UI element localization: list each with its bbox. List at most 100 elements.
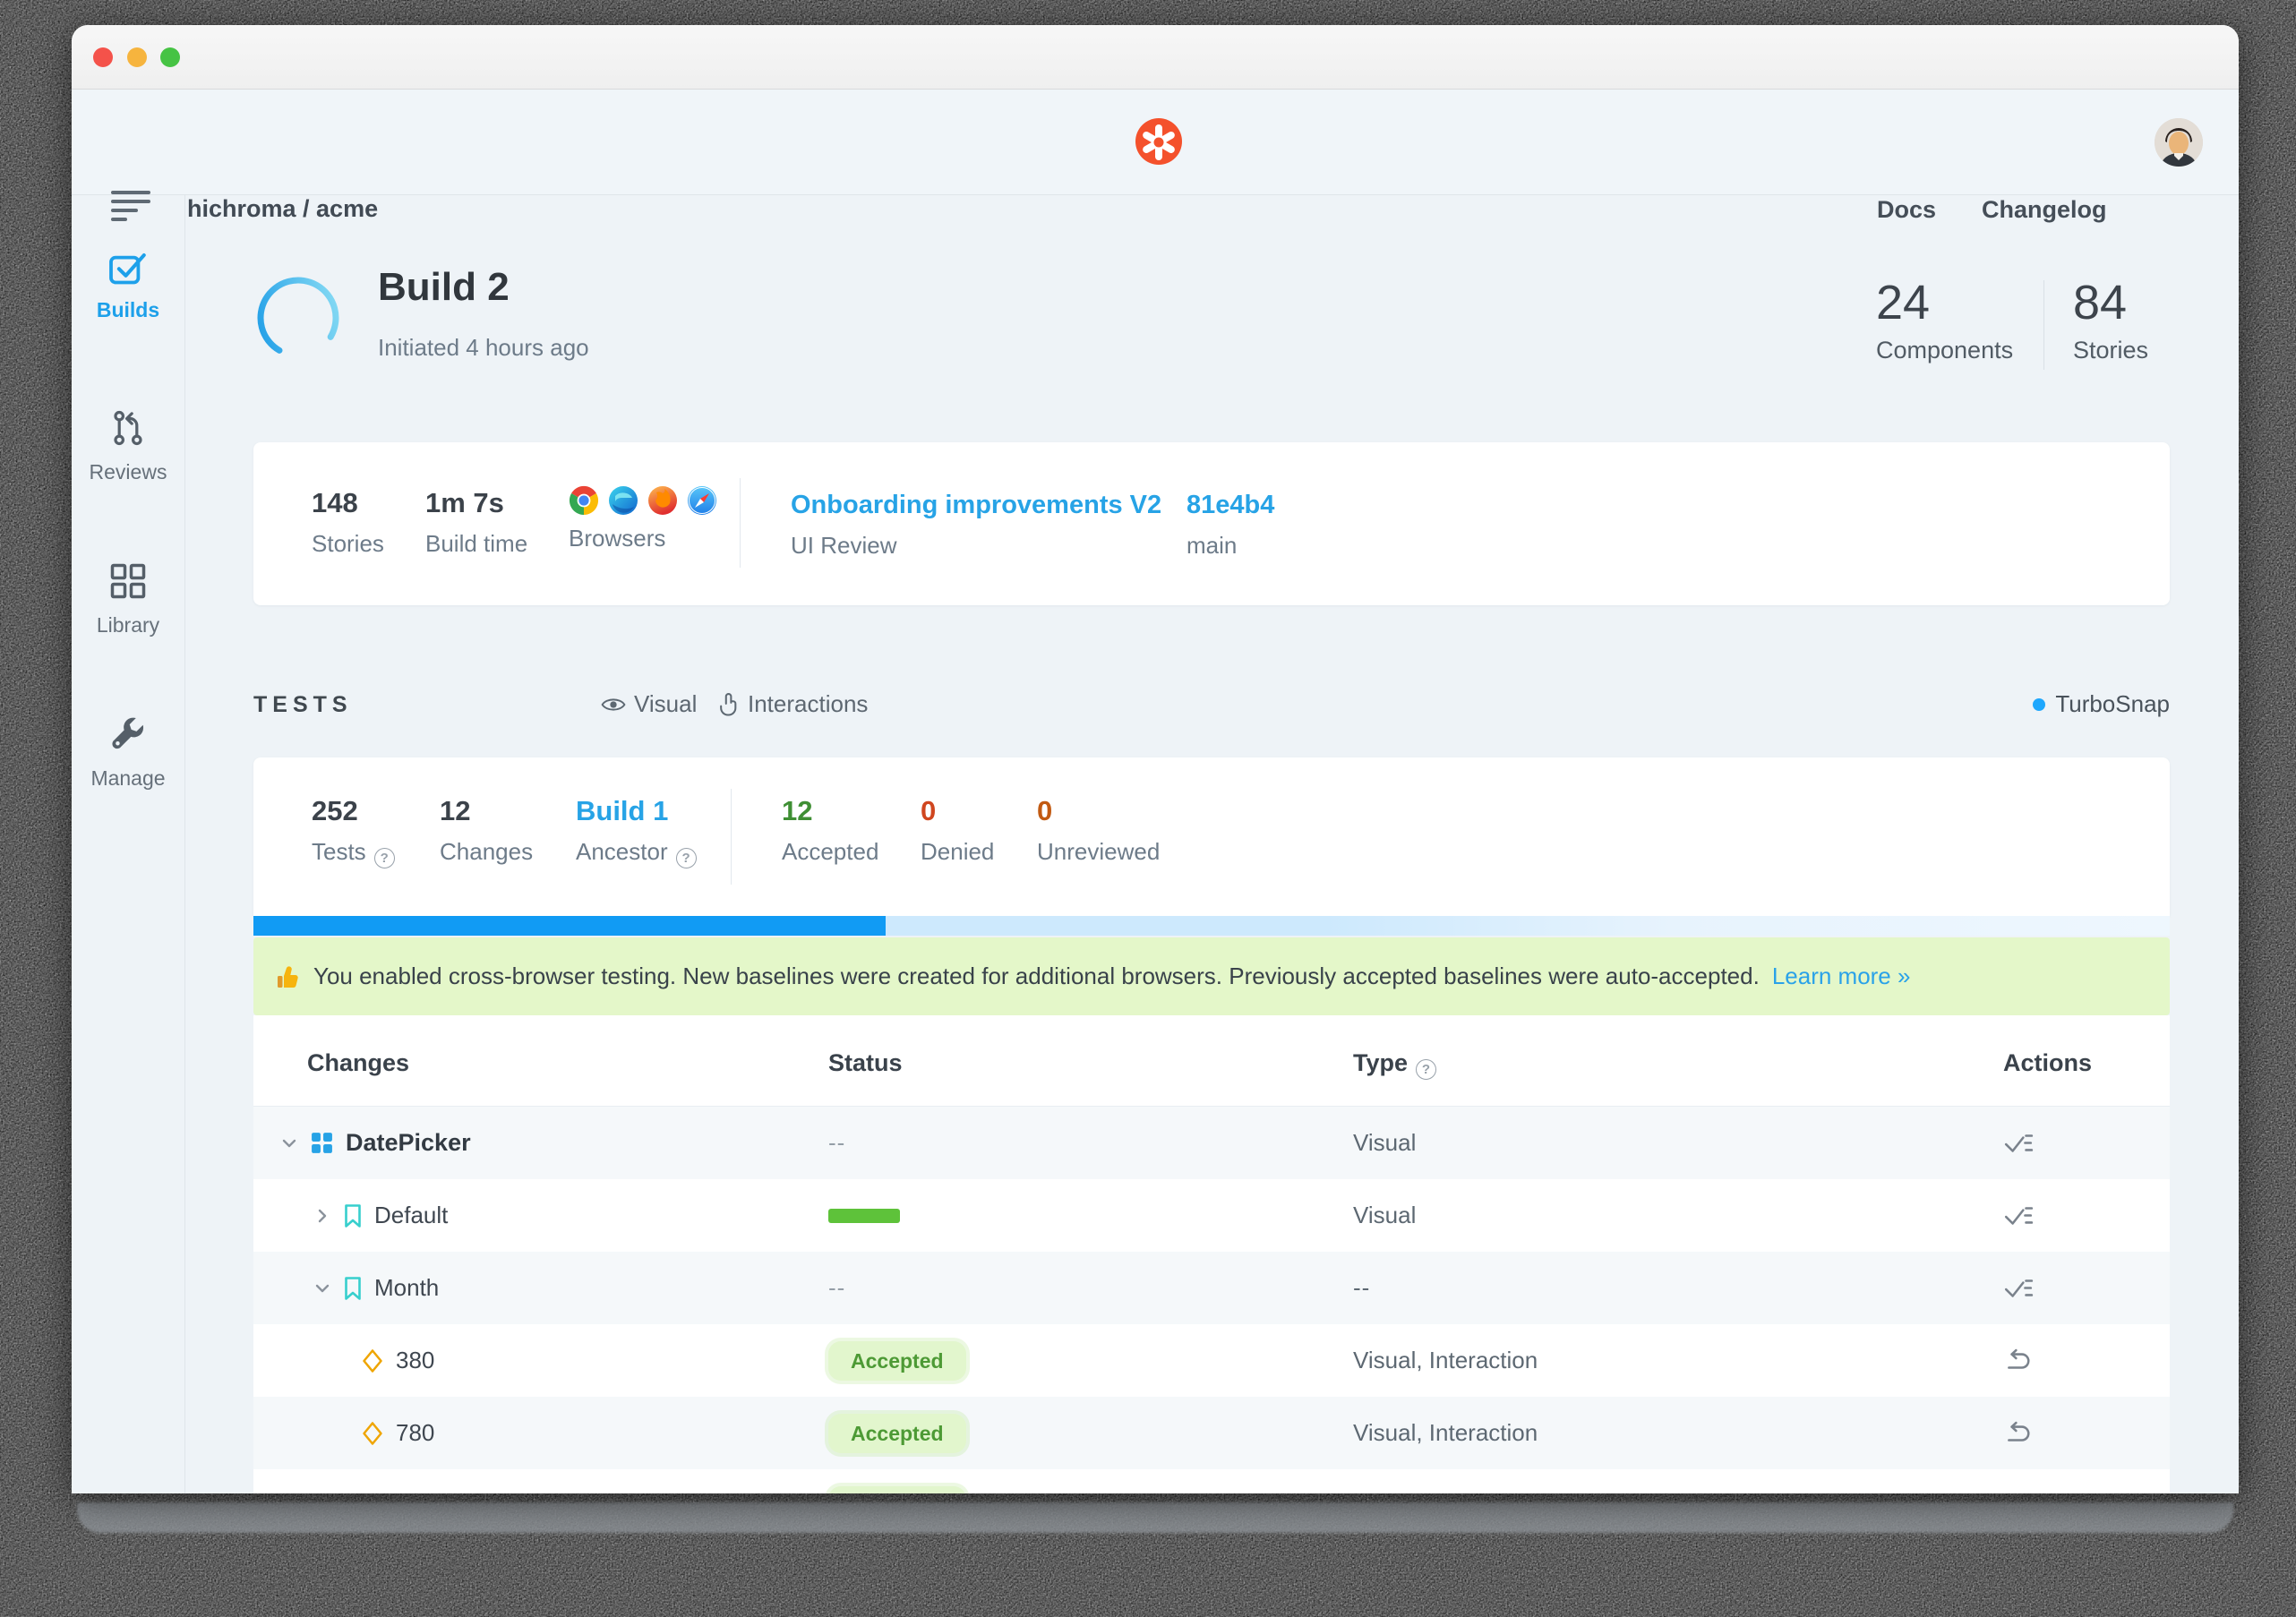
- ancestor-help-icon[interactable]: ?: [676, 848, 697, 868]
- bigstat-divider: [2043, 280, 2044, 370]
- snapshot-diamond-icon: [361, 1348, 384, 1373]
- tests-title: TESTS: [253, 692, 353, 718]
- branch-link[interactable]: Onboarding improvements V2: [791, 489, 1161, 521]
- type-value: Visual: [1353, 1202, 1416, 1229]
- stats-divider: [731, 789, 732, 885]
- commit-branch-label: main: [1187, 532, 1274, 560]
- col-type: Type?: [1353, 1049, 1436, 1080]
- table-row-780[interactable]: 780 Accepted Visual, Interaction: [253, 1397, 2170, 1469]
- story-bookmark-icon: [343, 1203, 363, 1228]
- tests-section-header: TESTS Visual Interactions TurboSnap: [253, 688, 2170, 723]
- build-initiated: Initiated 4 hours ago: [378, 334, 589, 362]
- table-row-datepicker[interactable]: DatePicker -- Visual: [253, 1107, 2170, 1179]
- accept-all-button[interactable]: [2003, 1107, 2034, 1179]
- table-row-default[interactable]: Default Visual: [253, 1179, 2170, 1252]
- row-name[interactable]: 1280: [396, 1492, 448, 1493]
- library-grid-icon: [109, 562, 147, 600]
- branch-label: UI Review: [791, 532, 1161, 560]
- changes-value: 12: [440, 795, 533, 827]
- sidebar-label-manage: Manage: [72, 766, 184, 791]
- ancestor-label: Ancestor?: [576, 838, 697, 868]
- sidebar-item-reviews[interactable]: Reviews: [72, 409, 184, 484]
- unreviewed-value: 0: [1037, 795, 1160, 827]
- build-time-label: Build time: [425, 530, 527, 558]
- brand-logo-icon[interactable]: [1135, 118, 1182, 165]
- builds-checkbox-icon: [108, 251, 148, 285]
- hand-pointer-icon: [718, 692, 740, 717]
- status-accepted-badge: Accepted: [828, 1414, 966, 1453]
- build-title: Build 2: [378, 265, 510, 310]
- project-breadcrumb[interactable]: hichroma / acme: [187, 195, 378, 223]
- eye-icon: [601, 696, 626, 714]
- story-bookmark-icon: [343, 1276, 363, 1301]
- nav-docs-link[interactable]: Docs: [1877, 196, 1936, 224]
- row-name[interactable]: DatePicker: [346, 1129, 471, 1157]
- stat-tests: 252 Tests?: [312, 795, 395, 868]
- app-header: hichroma / acme Docs Changelog: [72, 90, 2239, 195]
- tests-help-icon[interactable]: ?: [374, 848, 395, 868]
- ancestor-build-link[interactable]: Build 1: [576, 795, 697, 827]
- accept-all-button[interactable]: [2003, 1252, 2034, 1324]
- table-row-month[interactable]: Month -- --: [253, 1252, 2170, 1324]
- window-titlebar[interactable]: [72, 25, 2239, 90]
- stat-changes: 12 Changes: [440, 795, 533, 866]
- changes-table: Changes Status Type? Actions DatePicker: [253, 1015, 2170, 1493]
- summary-commit: 81e4b4 main: [1187, 489, 1274, 560]
- accept-all-icon: [2003, 1130, 2034, 1157]
- turbosnap-label: TurboSnap: [2055, 690, 2170, 718]
- close-button[interactable]: [93, 47, 113, 67]
- unaccept-button[interactable]: [2003, 1469, 2032, 1493]
- sidebar-item-manage[interactable]: Manage: [72, 715, 184, 791]
- row-name[interactable]: Default: [374, 1202, 448, 1229]
- table-header: Changes Status Type? Actions: [253, 1015, 2170, 1107]
- filter-visual[interactable]: Visual: [601, 690, 697, 718]
- snapshot-diamond-icon: [361, 1493, 384, 1494]
- chevron-down-icon[interactable]: [313, 1279, 331, 1297]
- sidebar-item-builds[interactable]: Builds: [72, 251, 184, 322]
- status-dashes: --: [828, 1129, 845, 1157]
- turbosnap-indicator[interactable]: TurboSnap: [2033, 690, 2170, 718]
- cross-browser-banner: You enabled cross-browser testing. New b…: [253, 937, 2170, 1015]
- minimize-button[interactable]: [127, 47, 147, 67]
- table-row-1280[interactable]: 1280 Accepted Visual, Interaction: [253, 1469, 2170, 1493]
- banner-learn-more-link[interactable]: Learn more »: [1772, 962, 1911, 990]
- accept-all-button[interactable]: [2003, 1179, 2034, 1252]
- type-value: --: [1353, 1274, 1370, 1302]
- component-grid-icon: [310, 1131, 334, 1155]
- type-value: Visual: [1353, 1129, 1416, 1157]
- row-name[interactable]: 780: [396, 1419, 434, 1447]
- unaccept-button[interactable]: [2003, 1397, 2032, 1469]
- row-name[interactable]: 380: [396, 1347, 434, 1374]
- status-accepted-badge: Accepted: [828, 1486, 966, 1494]
- nav-changelog-link[interactable]: Changelog: [1982, 196, 2107, 224]
- firefox-icon: [647, 485, 678, 516]
- build-progress-spinner: [253, 273, 343, 367]
- filter-interactions[interactable]: Interactions: [718, 690, 868, 718]
- commit-link[interactable]: 81e4b4: [1187, 489, 1274, 521]
- type-value: Visual, Interaction: [1353, 1492, 1538, 1493]
- turbosnap-dot-icon: [2033, 698, 2045, 711]
- changes-label: Changes: [440, 838, 533, 866]
- zoom-button[interactable]: [160, 47, 180, 67]
- row-name[interactable]: Month: [374, 1274, 439, 1302]
- stories-label: Stories: [2073, 337, 2148, 364]
- undo-icon: [2003, 1348, 2032, 1373]
- type-value: Visual, Interaction: [1353, 1347, 1538, 1374]
- accept-all-icon: [2003, 1275, 2034, 1302]
- sidebar-toggle-icon[interactable]: [111, 191, 152, 227]
- tests-label: Tests?: [312, 838, 395, 868]
- sidebar-divider: [184, 195, 185, 1493]
- reviews-pullrequest-icon: [109, 409, 147, 447]
- table-row-380[interactable]: 380 Accepted Visual, Interaction: [253, 1324, 2170, 1397]
- manage-wrench-icon: [109, 715, 147, 753]
- user-avatar[interactable]: [2155, 118, 2203, 167]
- snapshot-diamond-icon: [361, 1421, 384, 1446]
- unaccept-button[interactable]: [2003, 1324, 2032, 1397]
- build-progress-bar: [253, 916, 2170, 936]
- components-count: 24 Components: [1876, 276, 2013, 364]
- type-help-icon[interactable]: ?: [1416, 1059, 1436, 1080]
- sidebar-item-library[interactable]: Library: [72, 562, 184, 637]
- col-changes: Changes: [307, 1049, 409, 1077]
- chevron-down-icon[interactable]: [280, 1134, 298, 1152]
- chevron-right-icon[interactable]: [313, 1207, 331, 1225]
